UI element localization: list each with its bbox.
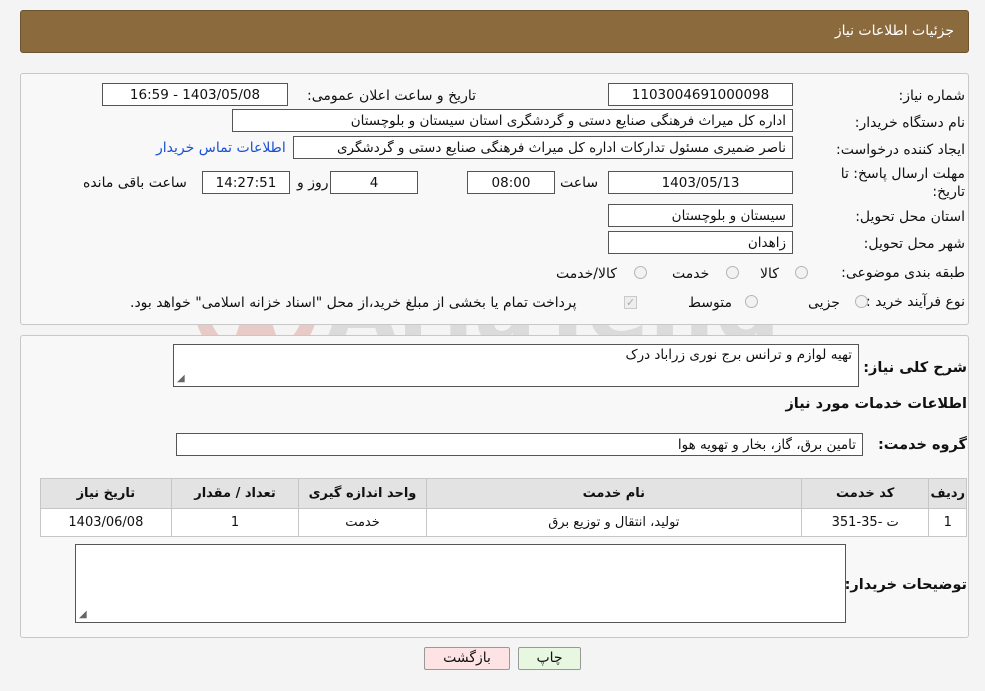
remaining-time-field: 14:27:51 — [202, 171, 290, 194]
purchase-type-label: نوع فرآیند خرید : — [866, 294, 965, 310]
print-button[interactable]: چاپ — [518, 647, 581, 670]
services-table: ردیف کد خدمت نام خدمت واحد اندازه گیری ت… — [40, 478, 967, 537]
col-header-quantity: تعداد / مقدار — [170, 478, 300, 509]
back-button[interactable]: بازگشت — [424, 647, 510, 670]
buyer-org-field: اداره کل میراث فرهنگی صنایع دستی و گردشگ… — [232, 109, 793, 132]
need-number-label: شماره نیاز: — [898, 88, 966, 104]
service-group-field: تامین برق، گاز، بخار و تهویه هوا — [176, 433, 863, 456]
purchase-minor-radio[interactable] — [855, 295, 868, 308]
col-header-need-date: تاریخ نیاز — [40, 478, 172, 509]
purchase-medium-label: متوسط — [688, 295, 732, 311]
province-field: سیستان و بلوچستان — [608, 204, 793, 227]
announce-datetime-label: تاریخ و ساعت اعلان عمومی: — [307, 88, 476, 104]
city-field: زاهدان — [608, 231, 793, 254]
category-service-radio[interactable] — [726, 266, 739, 279]
col-header-service-name: نام خدمت — [425, 478, 802, 509]
col-header-unit: واحد اندازه گیری — [298, 478, 427, 509]
category-service-label: خدمت — [672, 266, 710, 282]
remaining-time-label: ساعت باقی مانده — [83, 175, 187, 191]
city-label: شهر محل تحویل: — [863, 236, 965, 252]
col-header-service-code: کد خدمت — [800, 478, 930, 509]
announce-datetime-field: 1403/05/08 - 16:59 — [102, 83, 288, 106]
summary-text: تهیه لوازم و ترانس برج نوری زراباد درک — [625, 347, 852, 363]
category-goods-radio[interactable] — [795, 266, 808, 279]
col-header-row-no: ردیف — [928, 478, 967, 509]
purchase-medium-radio[interactable] — [745, 295, 758, 308]
category-goods-label: کالا — [760, 266, 779, 282]
table-header-row: ردیف کد خدمت نام خدمت واحد اندازه گیری ت… — [40, 478, 967, 509]
requester-label: ایجاد کننده درخواست: — [836, 142, 965, 158]
category-goods-service-label: کالا/خدمت — [556, 266, 617, 282]
need-number-field: 1103004691000098 — [608, 83, 793, 106]
page-title: جزئیات اطلاعات نیاز — [834, 23, 954, 39]
buyer-notes-label: توضیحات خریدار: — [844, 577, 967, 593]
service-group-label: گروه خدمت: — [877, 437, 967, 453]
buyer-contact-link[interactable]: اطلاعات تماس خریدار — [156, 140, 286, 156]
table-row: 1 ت -35-351 تولید، انتقال و توزیع برق خد… — [40, 508, 967, 537]
remaining-days-label: روز و — [297, 175, 329, 191]
treasury-payment-note: پرداخت تمام یا بخشی از مبلغ خرید،از محل … — [130, 295, 577, 311]
buyer-org-label: نام دستگاه خریدار: — [854, 115, 965, 131]
summary-label: شرح کلی نیاز: — [863, 360, 967, 376]
page-header: جزئیات اطلاعات نیاز — [20, 10, 969, 53]
cell-quantity: 1 — [170, 508, 300, 537]
province-label: استان محل تحویل: — [855, 209, 965, 225]
category-label: طبقه بندی موضوعی: — [841, 265, 965, 281]
resize-grip-icon[interactable]: ◢ — [177, 373, 185, 384]
deadline-label: مهلت ارسال پاسخ: تا تاریخ: — [840, 166, 965, 200]
summary-field: تهیه لوازم و ترانس برج نوری زراباد درک ◢ — [173, 344, 859, 387]
cell-service-name: تولید، انتقال و توزیع برق — [425, 508, 802, 537]
buyer-notes-field: ◢ — [75, 544, 846, 623]
remaining-days-field: 4 — [330, 171, 418, 194]
services-heading: اطلاعات خدمات مورد نیاز — [785, 396, 967, 412]
resize-grip-icon[interactable]: ◢ — [79, 609, 87, 620]
requester-field: ناصر ضمیری مسئول تدارکات اداره کل میراث … — [293, 136, 793, 159]
category-goods-service-radio[interactable] — [634, 266, 647, 279]
deadline-date-field: 1403/05/13 — [608, 171, 793, 194]
deadline-time-label: ساعت — [560, 175, 599, 191]
cell-service-code: ت -35-351 — [800, 508, 930, 537]
services-table-container: ردیف کد خدمت نام خدمت واحد اندازه گیری ت… — [40, 478, 967, 537]
deadline-time-field: 08:00 — [467, 171, 555, 194]
cell-unit: خدمت — [298, 508, 427, 537]
cell-need-date: 1403/06/08 — [40, 508, 172, 537]
cell-row-no: 1 — [928, 508, 967, 537]
purchase-minor-label: جزیی — [808, 295, 840, 311]
treasury-payment-checkbox[interactable]: ✓ — [624, 296, 637, 309]
